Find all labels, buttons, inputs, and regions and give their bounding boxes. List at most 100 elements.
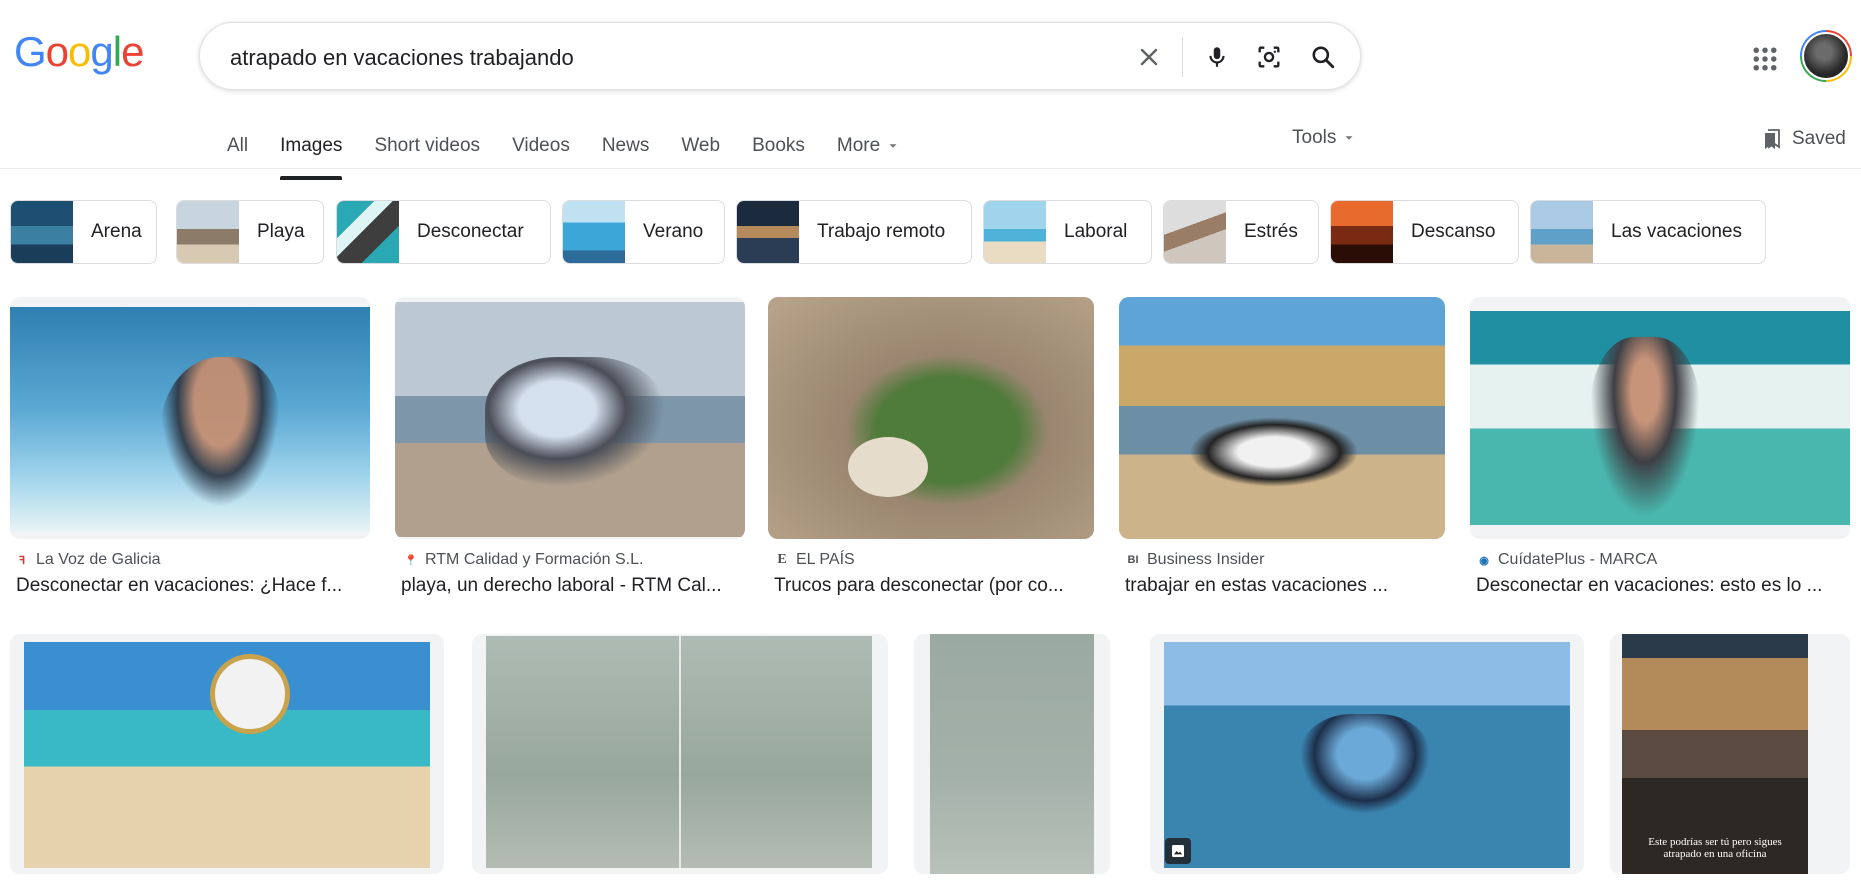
microphone-icon[interactable] xyxy=(1200,40,1234,74)
tab-short-videos[interactable]: Short videos xyxy=(374,124,480,168)
result-title[interactable]: trabajar en estas vacaciones ... xyxy=(1125,575,1441,597)
logo-letter: l xyxy=(112,28,122,75)
tools-label: Tools xyxy=(1292,127,1337,148)
image-result[interactable] xyxy=(472,634,888,874)
tab-label: Images xyxy=(280,135,343,156)
image-result[interactable] xyxy=(914,634,1110,874)
image-thumbnail xyxy=(914,634,1110,874)
chip-estres[interactable]: Estrés xyxy=(1163,200,1319,264)
source-favicon-icon: ꟻ xyxy=(18,554,26,567)
source-name: EL PAÍS xyxy=(796,551,855,568)
image-result[interactable] xyxy=(10,634,444,874)
result-title[interactable]: playa, un derecho laboral - RTM Cal... xyxy=(401,575,741,597)
source-favicon-icon: 📍 xyxy=(404,554,418,567)
tab-videos[interactable]: Videos xyxy=(512,124,570,168)
chip-thumbnail xyxy=(337,201,399,263)
chip-las-vacaciones[interactable]: Las vacaciones xyxy=(1530,200,1766,264)
image-thumbnail xyxy=(768,297,1094,539)
tab-all[interactable]: All xyxy=(227,124,248,168)
image-result[interactable] xyxy=(1150,634,1584,874)
chip-desconectar[interactable]: Desconectar xyxy=(336,200,551,264)
search-divider xyxy=(1182,37,1183,77)
saved-button[interactable]: Saved xyxy=(1760,127,1846,151)
source-favicon-icon: ◉ xyxy=(1479,554,1489,567)
search-box xyxy=(199,22,1361,93)
image-caption: Este podrías ser tú pero sigues atrapado… xyxy=(1648,836,1782,860)
tab-label: Videos xyxy=(512,135,570,156)
image-thumbnail xyxy=(1470,297,1850,539)
source-name: Business Insider xyxy=(1147,551,1265,568)
image-type-icon xyxy=(1165,838,1191,864)
result-title[interactable]: Desconectar en vacaciones: esto es lo ..… xyxy=(1476,575,1850,597)
chip-label: Trabajo remoto xyxy=(817,221,946,242)
chip-arena[interactable]: Arena xyxy=(10,200,157,264)
image-result[interactable]: ◉ CuídatePlus - MARCA Desconectar en vaca… xyxy=(1470,297,1850,607)
account-avatar[interactable] xyxy=(1800,30,1852,82)
image-result[interactable]: ꟻ La Voz de Galicia Desconectar en vacaci… xyxy=(10,297,370,607)
caret-down-icon xyxy=(1345,136,1353,140)
tab-images[interactable]: Images xyxy=(280,124,343,180)
chip-thumbnail xyxy=(1331,201,1393,263)
image-thumbnail xyxy=(395,297,745,539)
image-thumbnail: Este podrías ser tú pero sigues atrapado… xyxy=(1610,634,1850,874)
image-thumbnail xyxy=(10,297,370,539)
logo-letter: g xyxy=(90,28,113,75)
image-result[interactable]: BI Business Insider trabajar en estas vac… xyxy=(1119,297,1445,607)
source-favicon-icon: BI xyxy=(1127,554,1139,566)
chip-label: Arena xyxy=(91,221,142,242)
chip-label: Laboral xyxy=(1064,221,1128,242)
chip-thumbnail xyxy=(1164,201,1226,263)
source-favicon-icon: E xyxy=(777,552,787,567)
logo-letter: o xyxy=(68,28,91,75)
result-source: ◉ CuídatePlus - MARCA xyxy=(1476,551,1657,569)
result-title[interactable]: Desconectar en vacaciones: ¿Hace f... xyxy=(16,575,366,597)
bookmark-icon xyxy=(1765,129,1780,149)
search-tabs: All Images Short videos Videos News Web … xyxy=(227,124,932,180)
chip-descanso[interactable]: Descanso xyxy=(1330,200,1519,264)
clear-icon[interactable] xyxy=(1132,40,1166,74)
logo-letter: e xyxy=(121,28,144,75)
chip-label: Playa xyxy=(257,221,305,242)
search-icon[interactable] xyxy=(1306,40,1340,74)
chip-thumbnail xyxy=(1531,201,1593,263)
chip-playa[interactable]: Playa xyxy=(176,200,324,264)
image-thumbnail xyxy=(1119,297,1445,539)
saved-label: Saved xyxy=(1792,128,1846,149)
camera-lens-icon[interactable] xyxy=(1252,40,1286,74)
caret-down-icon xyxy=(889,144,897,148)
result-source: BI Business Insider xyxy=(1125,551,1265,569)
tab-books[interactable]: Books xyxy=(752,124,805,168)
tab-news[interactable]: News xyxy=(602,124,650,168)
logo-letter: G xyxy=(14,28,47,75)
chip-label: Descanso xyxy=(1411,221,1496,242)
chip-trabajo-remoto[interactable]: Trabajo remoto xyxy=(736,200,972,264)
tab-label: All xyxy=(227,135,249,156)
chip-thumbnail xyxy=(563,201,625,263)
tab-web[interactable]: Web xyxy=(681,124,720,168)
source-name: La Voz de Galicia xyxy=(36,551,161,568)
google-apps-icon[interactable] xyxy=(1750,44,1780,74)
logo-letter: o xyxy=(45,28,69,75)
result-title[interactable]: Trucos para desconectar (por co... xyxy=(774,575,1090,597)
source-name: CuídatePlus - MARCA xyxy=(1498,551,1658,568)
google-logo[interactable]: Google xyxy=(14,28,144,76)
image-result[interactable]: Este podrías ser tú pero sigues atrapado… xyxy=(1610,634,1850,874)
image-result[interactable]: 📍 RTM Calidad y Formación S.L. playa, un … xyxy=(395,297,745,607)
chip-laboral[interactable]: Laboral xyxy=(983,200,1152,264)
search-input[interactable] xyxy=(228,23,1092,93)
chip-thumbnail xyxy=(177,201,239,263)
chip-label: Las vacaciones xyxy=(1611,221,1742,242)
image-result[interactable]: E EL PAÍS Trucos para desconectar (por co… xyxy=(768,297,1094,607)
tab-more[interactable]: More xyxy=(837,124,900,168)
tab-label: News xyxy=(601,135,650,156)
tab-label: Short videos xyxy=(374,135,481,156)
tools-button[interactable]: Tools xyxy=(1292,127,1356,149)
image-thumbnail xyxy=(472,634,888,874)
chip-verano[interactable]: Verano xyxy=(562,200,725,264)
chip-label: Estrés xyxy=(1244,221,1298,242)
chip-thumbnail xyxy=(984,201,1046,263)
chip-label: Desconectar xyxy=(417,221,524,242)
tab-label: Web xyxy=(681,135,721,156)
tab-label: Books xyxy=(752,135,805,156)
image-thumbnail xyxy=(10,634,444,874)
